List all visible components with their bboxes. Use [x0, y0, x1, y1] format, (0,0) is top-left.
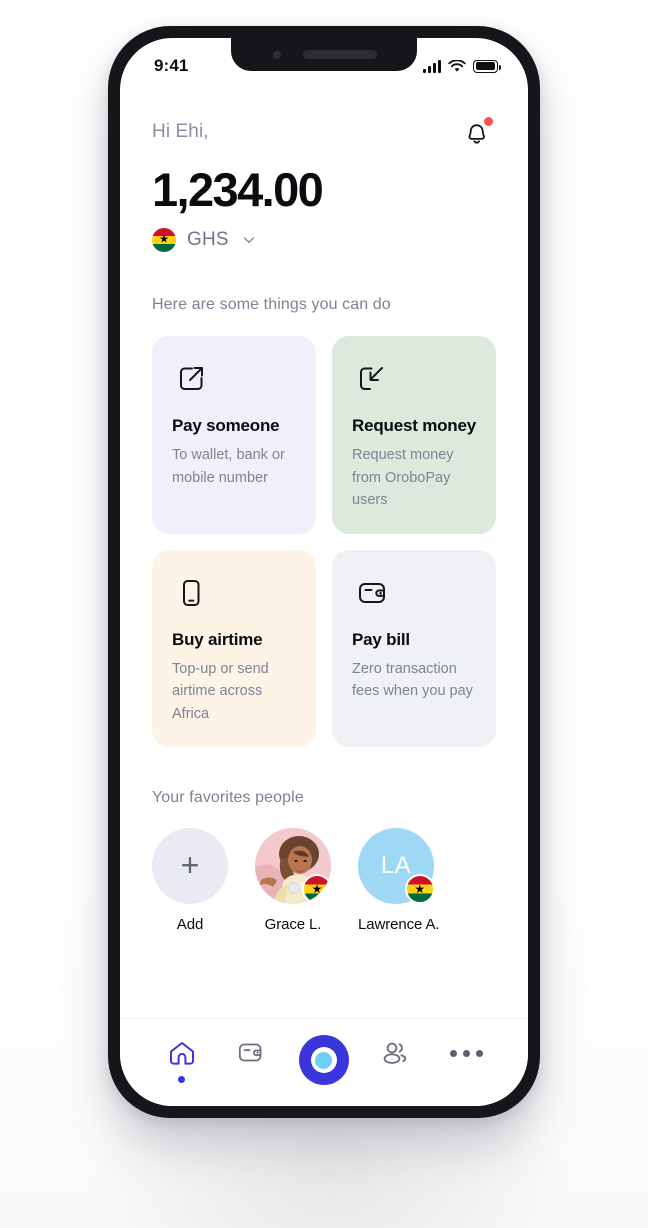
wallet-icon: [352, 574, 478, 616]
battery-icon: [473, 59, 501, 73]
action-card-pay-bill[interactable]: Pay bill Zero transaction fees when you …: [332, 549, 496, 748]
greeting-text: Hi Ehi,: [152, 121, 209, 142]
action-card-description: Zero transaction fees when you pay: [352, 660, 473, 700]
action-card-title: Buy airtime: [172, 629, 263, 649]
nav-item-wallet[interactable]: [224, 1039, 282, 1067]
cellular-signal-icon: [423, 59, 441, 73]
mobile-phone-icon: [172, 574, 298, 616]
wallet-icon: [238, 1043, 262, 1062]
status-bar: 9:41: [120, 38, 528, 86]
action-card-buy-airtime[interactable]: Buy airtime Top-up or send airtime acros…: [152, 549, 316, 748]
phone-screen: 9:41 Hi Ehi, 1,234.00 ★ GHS Here are som…: [120, 38, 528, 1106]
action-card-title: Pay bill: [352, 629, 410, 649]
chevron-down-icon: [243, 237, 254, 244]
favorite-name: Grace L.: [264, 916, 322, 934]
avatar: LA ★: [358, 828, 435, 905]
home-icon: [169, 1042, 194, 1065]
favorite-contact-grace[interactable]: ★ Grace L.: [255, 828, 331, 933]
send-arrow-out-icon: [172, 360, 298, 402]
active-tab-indicator: [178, 1076, 186, 1083]
favorite-add-button[interactable]: + Add: [152, 828, 228, 933]
action-card-description: To wallet, bank or mobile number: [172, 447, 285, 486]
favorites-section-label: Your favorites people: [152, 789, 304, 807]
action-cards-grid: Pay someone To wallet, bank or mobile nu…: [152, 336, 496, 748]
notification-badge-dot: [482, 115, 495, 128]
nav-item-more[interactable]: [437, 1039, 495, 1067]
add-avatar: +: [152, 828, 228, 905]
status-bar-clock: 9:41: [154, 56, 189, 75]
action-card-request-money[interactable]: Request money Request money from OroboPa…: [332, 336, 496, 534]
receive-arrow-in-icon: [352, 360, 478, 402]
avatar: ★: [255, 828, 331, 905]
action-card-pay-someone[interactable]: Pay someone To wallet, bank or mobile nu…: [152, 336, 316, 534]
actions-section-label: Here are some things you can do: [152, 296, 391, 314]
people-icon: [383, 1042, 407, 1064]
status-bar-icons: [423, 59, 501, 73]
home-screen-content: Hi Ehi, 1,234.00 ★ GHS Here are some thi…: [120, 86, 528, 1106]
currency-code: GHS: [187, 229, 229, 251]
ghana-flag-badge: ★: [405, 874, 435, 905]
balance-amount: 1,234.00: [152, 163, 324, 216]
ghana-flag-badge: ★: [302, 874, 331, 905]
favorite-contact-lawrence[interactable]: LA ★ Lawrence A.: [358, 828, 440, 934]
bottom-navigation-bar: [120, 1018, 528, 1106]
notification-button[interactable]: [460, 115, 496, 151]
header-row: Hi Ehi,: [152, 86, 496, 151]
phone-device-frame: 9:41 Hi Ehi, 1,234.00 ★ GHS Here are som…: [108, 26, 540, 1118]
currency-selector[interactable]: ★ GHS: [152, 228, 496, 253]
nav-item-home[interactable]: [153, 1039, 211, 1083]
favorite-name: Add: [176, 916, 204, 934]
nav-item-people[interactable]: [366, 1039, 424, 1067]
avatar-initials: LA: [380, 852, 412, 880]
scan-circle-icon: [298, 1035, 349, 1085]
more-dots-icon: [449, 1039, 483, 1067]
action-card-description: Top-up or send airtime across Africa: [172, 660, 269, 722]
wifi-icon: [448, 59, 466, 72]
favorite-name: Lawrence A.: [358, 916, 440, 934]
ghana-flag-icon: ★: [152, 228, 176, 253]
action-card-description: Request money from OroboPay users: [352, 447, 454, 509]
action-card-title: Request money: [352, 416, 476, 436]
nav-item-scan[interactable]: [295, 1035, 353, 1085]
favorites-list: + Add ★ Grace L. LA ★ Lawrence A.: [152, 828, 496, 933]
action-card-title: Pay someone: [172, 416, 280, 436]
